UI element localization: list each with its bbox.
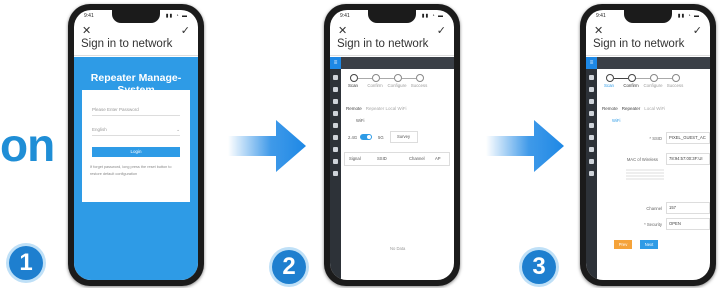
arrow-right-icon bbox=[228, 120, 306, 172]
phone-3: 9:41 ▮▮ ◔ ▬ ✕ ✓ Sign in to network ≡ Scan… bbox=[580, 4, 716, 286]
tab-bar: Remote Repeater Local WiFi bbox=[602, 106, 669, 111]
phone-1: 9:41 ▮▮ ◔ ▬ ✕ ✓ Sign in to network Repeat… bbox=[68, 4, 204, 286]
tab-local-wifi[interactable]: Local WiFi bbox=[644, 106, 665, 111]
close-icon[interactable]: ✕ bbox=[82, 24, 91, 37]
check-icon[interactable]: ✓ bbox=[181, 24, 190, 37]
step-success: Success bbox=[666, 83, 684, 88]
ssid-label: * SSID bbox=[649, 136, 662, 141]
next-button[interactable]: Next bbox=[640, 240, 658, 249]
phone-1-screen: 9:41 ▮▮ ◔ ▬ ✕ ✓ Sign in to network Repeat… bbox=[74, 10, 198, 280]
tab-repeater[interactable]: Repeater bbox=[622, 106, 641, 111]
tab-bar: Remote Repeater Local WiFi bbox=[346, 106, 411, 111]
step-confirm: Confirm bbox=[367, 83, 383, 88]
arrow-right-icon bbox=[486, 120, 564, 172]
scan-table-header: Signal SSID Channel AP bbox=[344, 152, 450, 166]
sidebar bbox=[586, 69, 597, 280]
wifi-label: WiFi bbox=[356, 118, 365, 123]
wifi-label: WiFi bbox=[612, 118, 621, 123]
ssid-field[interactable]: PIXEL_GUEST_AC bbox=[666, 132, 710, 144]
wizard-steps: Scan Confirm Configure Success bbox=[344, 74, 450, 98]
tab-repeater-local-wifi[interactable]: Repeater Local WiFi bbox=[366, 106, 407, 111]
security-label: * Security bbox=[644, 222, 662, 227]
page-title: Sign in to network bbox=[337, 38, 429, 50]
step-success: Success bbox=[410, 83, 428, 88]
check-icon[interactable]: ✓ bbox=[693, 24, 702, 37]
band-toggle[interactable] bbox=[360, 134, 372, 140]
channel-label: Channel bbox=[646, 206, 662, 211]
security-select[interactable]: OPEN bbox=[666, 218, 710, 230]
login-button[interactable]: Login bbox=[92, 147, 180, 157]
intro-text: on bbox=[0, 119, 55, 171]
band-5-label: 5G bbox=[378, 135, 384, 140]
menu-icon[interactable]: ≡ bbox=[586, 57, 597, 69]
step-confirm: Confirm bbox=[623, 83, 639, 88]
prev-button[interactable]: Prev bbox=[614, 240, 632, 249]
page-title: Sign in to network bbox=[593, 38, 685, 50]
check-icon[interactable]: ✓ bbox=[437, 24, 446, 37]
sidebar bbox=[330, 69, 341, 280]
tab-remote[interactable]: Remote bbox=[346, 106, 362, 111]
step-1-badge: 1 bbox=[9, 246, 43, 280]
step-3-badge: 3 bbox=[522, 250, 556, 284]
mac-label: MAC of Wireless bbox=[626, 157, 658, 162]
survey-button[interactable]: Survey bbox=[390, 131, 418, 143]
app-bar: ≡ bbox=[330, 57, 454, 69]
page-title: Sign in to network bbox=[81, 38, 173, 50]
wizard-steps: Scan Confirm Configure Success bbox=[600, 74, 706, 98]
mac-hint bbox=[626, 168, 664, 198]
phone-2: 9:41 ▮▮ ◔ ▬ ✕ ✓ Sign in to network ≡ Scan… bbox=[324, 4, 460, 286]
band-24-label: 2.4G bbox=[348, 135, 358, 140]
step-configure: Configure bbox=[387, 83, 407, 88]
password-input[interactable]: Please Enter Password bbox=[92, 104, 180, 116]
language-select[interactable]: English ⌄ bbox=[92, 124, 180, 136]
phone-2-screen: 9:41 ▮▮ ◔ ▬ ✕ ✓ Sign in to network ≡ Scan… bbox=[330, 10, 454, 280]
close-icon[interactable]: ✕ bbox=[338, 24, 347, 37]
menu-icon[interactable]: ≡ bbox=[330, 57, 341, 69]
tab-remote[interactable]: Remote bbox=[602, 106, 618, 111]
step-configure: Configure bbox=[643, 83, 663, 88]
step-scan: Scan bbox=[603, 83, 614, 88]
language-value: English bbox=[92, 127, 107, 132]
mac-field[interactable]: 78:94:57:00:3F:UI bbox=[666, 153, 710, 165]
app-bar: ≡ bbox=[586, 57, 710, 69]
reset-note: If forget password, long press the reset… bbox=[90, 165, 172, 176]
phone-3-screen: 9:41 ▮▮ ◔ ▬ ✕ ✓ Sign in to network ≡ Scan… bbox=[586, 10, 710, 280]
channel-field[interactable]: 157 bbox=[666, 202, 710, 214]
no-data-text: No Data bbox=[390, 246, 406, 251]
close-icon[interactable]: ✕ bbox=[594, 24, 603, 37]
chevron-down-icon: ⌄ bbox=[176, 127, 180, 132]
login-card: Please Enter Password English ⌄ Login If… bbox=[82, 90, 190, 202]
step-scan: Scan bbox=[347, 83, 358, 88]
step-2-badge: 2 bbox=[272, 250, 306, 284]
